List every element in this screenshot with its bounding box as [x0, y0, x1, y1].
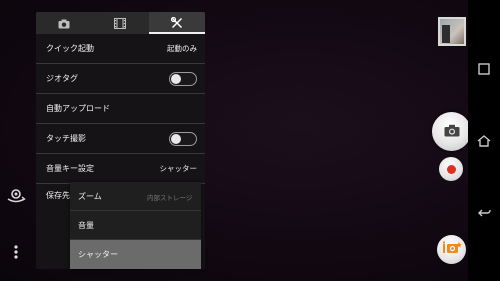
row-touch-capture[interactable]: タッチ撮影: [36, 124, 205, 154]
row-auto-upload[interactable]: 自動アップロード: [36, 94, 205, 124]
camera-icon: [444, 122, 460, 141]
record-dot-icon: [446, 164, 456, 174]
row-label: ジオタグ: [46, 74, 78, 83]
dropdown-option-shutter[interactable]: シャッター: [70, 240, 201, 269]
recent-apps-icon[interactable]: [475, 60, 493, 78]
row-geotag[interactable]: ジオタグ: [36, 64, 205, 94]
capture-mode-button[interactable]: [437, 235, 466, 264]
row-value: シャッター: [159, 164, 198, 173]
storage-hint: 内部ストレージ: [147, 194, 193, 202]
row-quick-launch[interactable]: クイック起動 起動のみ: [36, 34, 205, 64]
settings-tabs: [36, 12, 205, 34]
home-icon[interactable]: [475, 132, 493, 150]
active-tab-indicator: [149, 32, 205, 34]
save-location-label[interactable]: 保存先: [46, 190, 70, 201]
row-label: 音量キー設定: [46, 164, 94, 173]
more-options-icon[interactable]: [4, 242, 28, 262]
switch-camera-icon[interactable]: [4, 186, 28, 206]
tools-icon: [170, 14, 183, 33]
shutter-button[interactable]: [432, 112, 471, 151]
row-label: タッチ撮影: [46, 134, 86, 143]
tab-photo[interactable]: [36, 12, 92, 34]
record-video-button[interactable]: [439, 157, 463, 181]
last-photo-thumbnail[interactable]: [438, 17, 466, 46]
tab-video[interactable]: [92, 12, 148, 34]
back-icon[interactable]: [475, 204, 493, 222]
row-label: クイック起動: [46, 44, 94, 53]
row-volume-key[interactable]: 音量キー設定 シャッター: [36, 154, 205, 184]
touch-capture-toggle[interactable]: [169, 131, 197, 146]
system-navigation-bar: [468, 0, 500, 281]
toggle-knob: [171, 133, 181, 144]
row-value: 起動のみ: [167, 44, 197, 53]
dropdown-option-volume[interactable]: 音量: [70, 211, 201, 240]
tab-settings[interactable]: [148, 12, 205, 34]
camera-icon: [58, 14, 70, 33]
geotag-toggle[interactable]: [169, 71, 197, 86]
thumbnail-detail: [442, 25, 450, 43]
intelligent-auto-icon: [442, 240, 462, 259]
film-icon: [114, 14, 127, 33]
toggle-knob: [171, 73, 181, 84]
row-label: 自動アップロード: [46, 104, 110, 113]
